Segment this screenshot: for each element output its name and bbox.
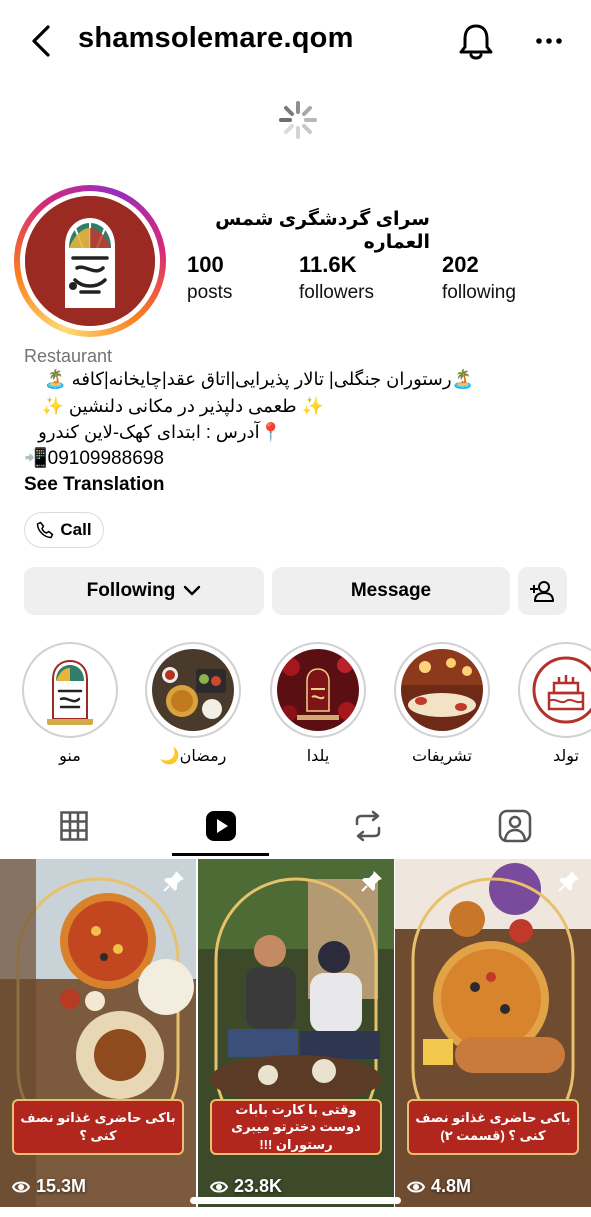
followers-label: followers [299,282,374,303]
highlight-cover [152,649,234,731]
reel-caption: باکی حاضری غذاتو نصف کنی ؟ [12,1099,184,1155]
pinned-icon [361,871,382,892]
reposts-icon [355,810,380,842]
highlight-label: تشریفات [411,748,473,765]
eye-icon [12,1181,30,1192]
loading-spinner-icon [279,101,317,139]
bio-line: 🏝️رستوران جنگلی| تالار پذیرایی|اتاق عقد|… [44,369,474,389]
followers-count: 11.6K [299,252,357,277]
highlight-cover [401,649,483,731]
tab-reels[interactable] [147,796,294,856]
eye-icon [210,1181,228,1192]
yalda-cover-icon [277,649,359,731]
highlight-label: تولد [553,748,579,765]
followers-stat[interactable]: 11.6K followers [299,252,374,304]
reel-thumbnail[interactable]: باکی حاضری غذاتو نصف کنی ؟ 15.3M [0,859,196,1207]
back-arrow-icon[interactable] [28,24,56,58]
reel-views: 4.8M [407,1176,471,1197]
highlight-item[interactable]: رمضان🌙 [143,642,243,766]
add-person-icon [529,581,554,602]
bio-line: ✨ طعمی دلپذیر در مکانی دلنشین ✨ [41,396,324,416]
following-label: following [442,282,516,303]
profile-avatar[interactable] [25,196,155,326]
following-label: Following [86,580,176,601]
call-label: Call [60,520,92,539]
highlight-cover [525,649,591,731]
eye-icon [407,1181,425,1192]
grid-icon [59,811,88,841]
following-count: 202 [442,252,479,277]
more-options-icon[interactable] [534,26,564,56]
profile-display-name: سرای گردشگری شمس العماره [215,209,430,253]
highlight-cover [277,649,359,731]
highlight-item[interactable]: تشریفات [392,642,492,766]
following-stat[interactable]: 202 following [442,252,516,304]
highlight-label: یلدا [306,748,330,765]
banquet-hall-icon [401,649,483,731]
chevron-down-icon [184,585,201,596]
see-translation-link[interactable]: See Translation [24,474,164,496]
highlight-label: رمضان🌙 [159,748,227,765]
pinned-icon [163,871,184,892]
phone-icon [37,521,54,539]
brand-logo-icon [25,196,155,326]
food-photo-icon [152,649,234,731]
posts-count: 100 [187,252,224,277]
reel-caption: وقتی با کارت بابات دوست دخترتو میبری رست… [210,1099,382,1155]
message-button[interactable]: Message [272,567,510,615]
highlight-cover [29,649,111,731]
top-bar: shamsolemare.qom [0,0,591,84]
reel-view-count: 15.3M [36,1176,87,1196]
bio-phone: 📲09109988698 [24,448,164,469]
notification-bell-icon[interactable] [457,22,495,62]
reel-thumbnail[interactable]: وقتی با کارت بابات دوست دخترتو میبری رست… [198,859,394,1207]
reels-grid: باکی حاضری غذاتو نصف کنی ؟ 15.3M وقتی با… [0,859,591,1217]
posts-label: posts [187,282,233,303]
tab-reposts[interactable] [294,796,441,856]
reels-icon [205,811,236,841]
highlight-item[interactable]: منو [20,642,120,766]
reel-thumbnail[interactable]: باکی حاضری غذاتو نصف کنی ؟ (قسمت ۲) 4.8M [395,859,591,1207]
posts-stat[interactable]: 100 posts [187,252,232,304]
pinned-icon [558,871,579,892]
home-indicator[interactable] [190,1197,401,1204]
bio-line: 📍آدرس : ابتدای کهک-لاین کندرو [38,422,282,442]
reel-view-count: 4.8M [431,1176,472,1196]
content-tabs [0,796,591,858]
highlight-item[interactable]: تولد [516,642,591,766]
message-label: Message [350,580,432,601]
tab-tagged[interactable] [441,796,588,856]
reel-caption: باکی حاضری غذاتو نصف کنی ؟ (قسمت ۲) [407,1099,579,1155]
profile-username: shamsolemare.qom [78,22,354,54]
tab-posts-grid[interactable] [0,796,147,856]
tagged-icon [498,809,531,843]
highlight-item[interactable]: یلدا [268,642,368,766]
call-button[interactable]: Call [24,512,104,548]
menu-logo-icon [29,649,111,731]
highlight-label: منو [59,748,81,765]
active-tab-indicator [172,853,269,856]
reel-view-count: 23.8K [234,1176,283,1196]
reel-views: 23.8K [210,1176,282,1197]
birthday-cake-icon [525,649,591,731]
profile-category: Restaurant [24,346,113,366]
suggest-people-button[interactable] [518,567,567,615]
reel-views: 15.3M [12,1176,86,1197]
story-ring[interactable] [14,185,166,337]
following-button[interactable]: Following [24,567,264,615]
